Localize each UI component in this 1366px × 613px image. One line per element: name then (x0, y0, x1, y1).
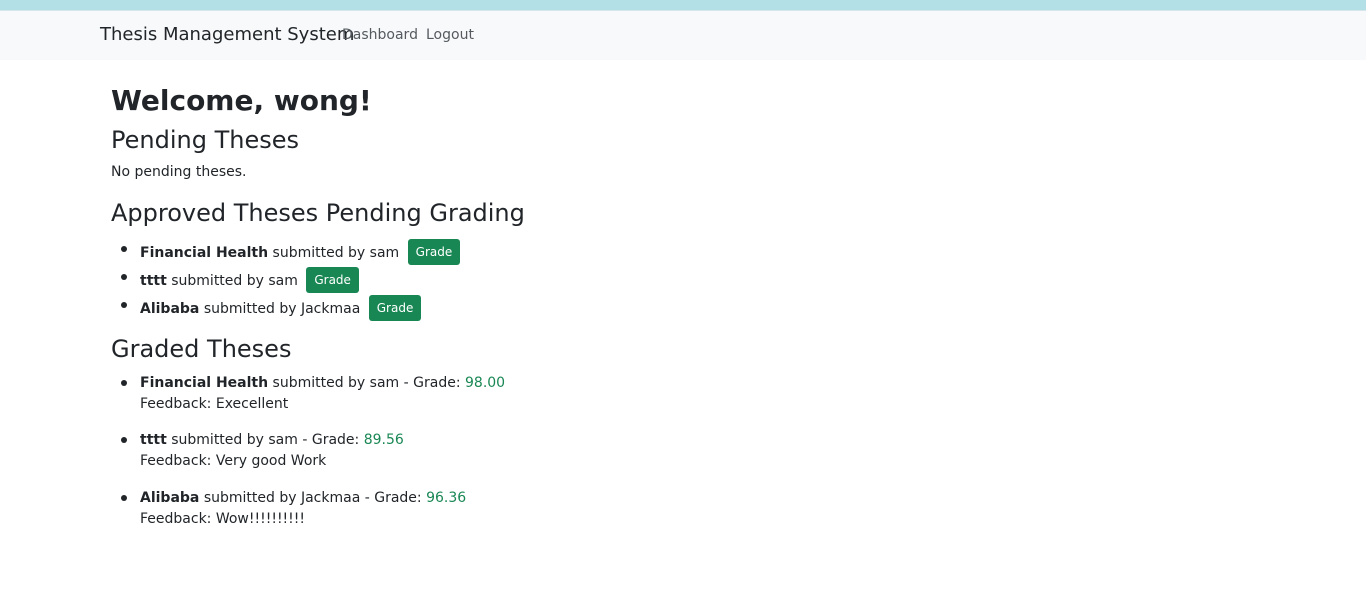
top-accent-strip (0, 0, 1366, 10)
approved-heading: Approved Theses Pending Grading (111, 199, 525, 227)
feedback-text: Execellent (215, 396, 289, 412)
thesis-title: Alibaba (140, 301, 200, 317)
submitted-by-label: submitted by (203, 490, 297, 506)
submitted-by-label: submitted by (203, 301, 297, 317)
thesis-author: sam (369, 245, 400, 261)
feedback-text: Wow!!!!!!!!!! (215, 511, 306, 527)
nav-link-dashboard[interactable]: Dashboard (342, 27, 418, 43)
grade-value: 96.36 (426, 490, 467, 506)
nav-link-logout[interactable]: Logout (426, 27, 474, 43)
bullet-icon (121, 437, 127, 443)
grade-value: 98.00 (465, 375, 506, 391)
thesis-author: Jackmaa (300, 490, 361, 506)
grade-label: - Grade: (364, 490, 422, 506)
thesis-author: sam (268, 273, 298, 289)
thesis-title: tttt (140, 273, 167, 289)
pending-heading: Pending Theses (111, 126, 299, 154)
grade-label: - Grade: (403, 375, 461, 391)
submitted-by-label: submitted by (171, 432, 264, 448)
thesis-title: tttt (140, 432, 167, 448)
feedback-label: Feedback: (140, 396, 212, 412)
submitted-by-label: submitted by (272, 245, 366, 261)
feedback-label: Feedback: (140, 511, 212, 527)
navbar-brand[interactable]: Thesis Management System (100, 24, 354, 45)
feedback-text: Very good Work (215, 453, 327, 469)
navbar: Thesis Management System Dashboard Logou… (0, 10, 1366, 60)
pending-empty-text: No pending theses. (111, 164, 247, 180)
thesis-author: Jackmaa (300, 301, 361, 317)
thesis-title: Financial Health (140, 245, 269, 261)
thesis-author: sam (268, 432, 298, 448)
feedback-label: Feedback: (140, 453, 212, 469)
submitted-by-label: submitted by (272, 375, 366, 391)
thesis-title: Financial Health (140, 375, 269, 391)
bullet-icon (121, 495, 127, 501)
grade-button[interactable]: Grade (407, 239, 461, 265)
graded-heading: Graded Theses (111, 335, 292, 363)
thesis-author: sam (369, 375, 400, 391)
page-title: Welcome, wong! (111, 84, 372, 117)
bullet-icon (121, 274, 127, 280)
submitted-by-label: submitted by (171, 273, 264, 289)
grade-label: - Grade: (302, 432, 360, 448)
grade-value: 89.56 (363, 432, 404, 448)
bullet-icon (121, 246, 127, 252)
bullet-icon (121, 302, 127, 308)
thesis-title: Alibaba (140, 490, 200, 506)
grade-button[interactable]: Grade (306, 267, 359, 293)
grade-button[interactable]: Grade (368, 295, 422, 321)
bullet-icon (121, 380, 127, 386)
